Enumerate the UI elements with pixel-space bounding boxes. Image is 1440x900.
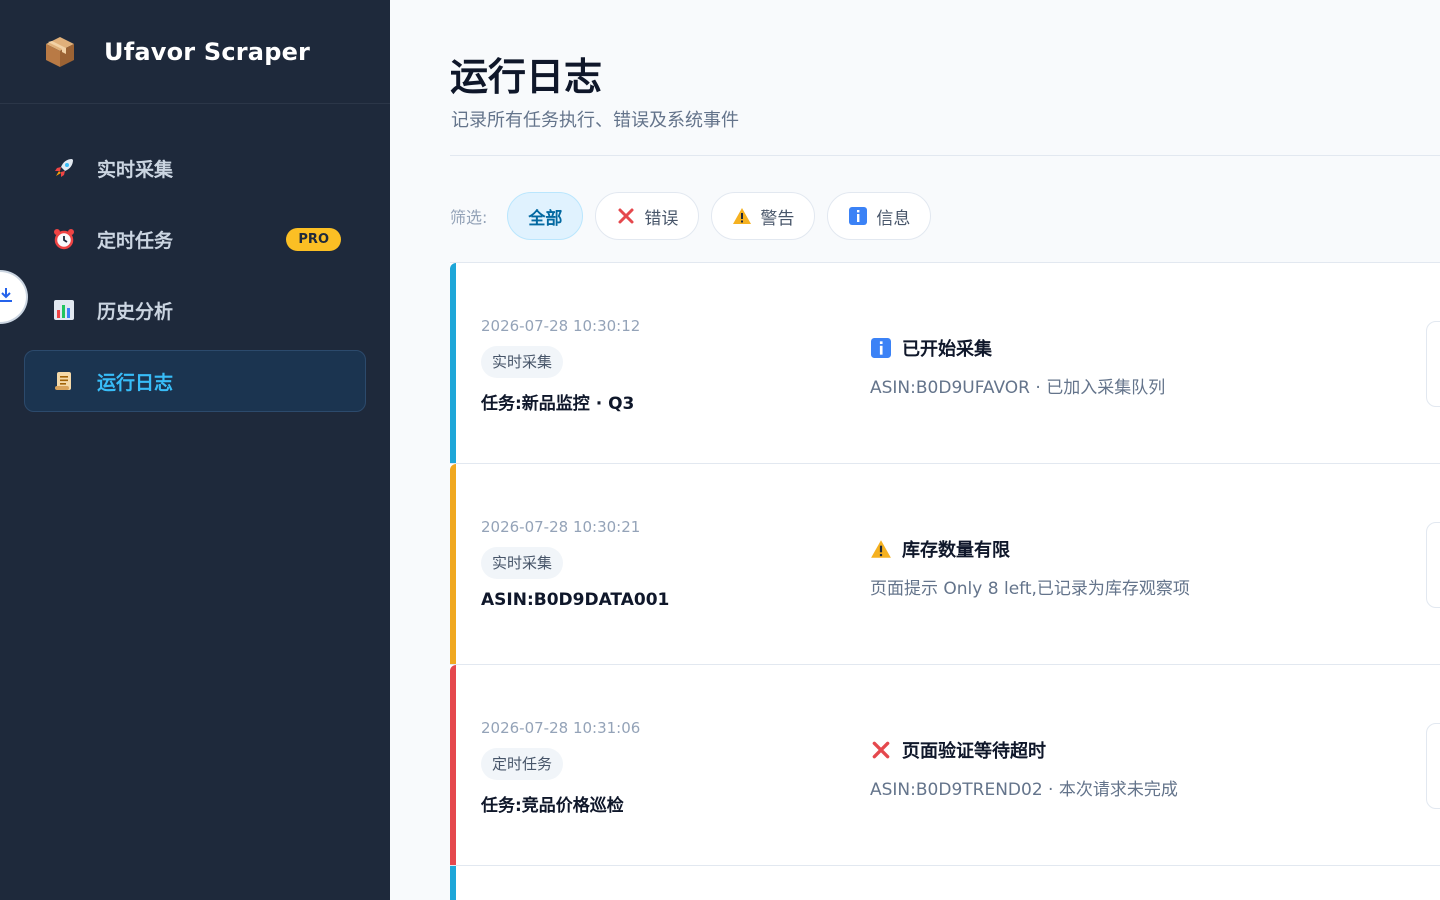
sidebar-item-history[interactable]: 历史分析 [24, 279, 366, 341]
filter-info[interactable]: 信息 [827, 192, 932, 240]
log-task: ASIN:B0D9DATA001 [481, 590, 670, 610]
log-timestamp: 2026-07-28 10:30:21 [481, 518, 641, 536]
pro-badge: PRO [286, 228, 341, 251]
sidebar: Ufavor Scraper 实时采集 定时任务 PRO 历史分析 运行日志 [0, 0, 390, 900]
rocket-icon [51, 155, 77, 181]
log-source-tag: 定时任务 [481, 748, 564, 780]
filter-error-label: 错误 [644, 208, 679, 229]
log-list: 2026-07-28 10:30:12 实时采集 任务:新品监控 · Q3 已开… [450, 262, 1440, 900]
alarm-clock-icon [51, 226, 77, 252]
log-action-button[interactable] [1426, 522, 1440, 608]
sidebar-nav: 实时采集 定时任务 PRO 历史分析 运行日志 [24, 137, 366, 421]
info-icon [848, 206, 868, 226]
brand: Ufavor Scraper [0, 0, 390, 104]
level-indicator [450, 263, 456, 463]
filter-all-label: 全部 [528, 208, 563, 229]
sidebar-item-realtime[interactable]: 实时采集 [24, 137, 366, 199]
filter-label: 筛选: [450, 208, 488, 227]
level-indicator [450, 464, 456, 664]
filter-warning[interactable]: 警告 [711, 192, 816, 240]
app-title: Ufavor Scraper [104, 37, 311, 66]
filter-info-label: 信息 [876, 208, 911, 229]
sidebar-item-label: 定时任务 [97, 229, 174, 252]
log-title: 库存数量有限 [902, 540, 1010, 561]
package-icon [42, 34, 78, 70]
log-entry[interactable]: 2026-07-28 10:30:21 实时采集 ASIN:B0D9DATA00… [450, 463, 1440, 664]
log-action-button[interactable] [1426, 321, 1440, 407]
scroll-icon [51, 368, 77, 394]
log-detail: ASIN:B0D9UFAVOR · 已加入采集队列 [870, 378, 1166, 398]
log-detail: ASIN:B0D9TREND02 · 本次请求未完成 [870, 780, 1178, 800]
download-icon [0, 286, 14, 308]
page-subtitle: 记录所有任务执行、错误及系统事件 [451, 110, 739, 131]
log-header: 页面验证等待超时 [870, 737, 1046, 763]
sidebar-item-label: 实时采集 [97, 158, 174, 181]
info-icon [870, 337, 892, 359]
log-source-tag: 实时采集 [481, 547, 564, 579]
cross-icon [616, 206, 636, 226]
log-header: 已开始采集 [870, 335, 992, 361]
log-title: 已开始采集 [902, 339, 992, 360]
log-task: 任务:竞品价格巡检 [481, 796, 624, 816]
sidebar-item-label: 运行日志 [97, 371, 174, 394]
log-timestamp: 2026-07-28 10:31:06 [481, 719, 641, 737]
log-timestamp: 2026-07-28 10:30:12 [481, 317, 641, 335]
divider [450, 155, 1440, 156]
warning-icon [870, 538, 892, 560]
filter-bar: 筛选: 全部 错误 警告 信息 [450, 192, 943, 240]
log-entry[interactable]: 2026-07-28 10:30:12 实时采集 任务:新品监控 · Q3 已开… [450, 262, 1440, 463]
page-title: 运行日志 [450, 55, 603, 99]
warning-icon [732, 206, 752, 226]
filter-error[interactable]: 错误 [595, 192, 700, 240]
log-title: 页面验证等待超时 [902, 741, 1046, 762]
log-detail: 页面提示 Only 8 left,已记录为库存观察项 [870, 579, 1190, 599]
cross-icon [870, 739, 892, 761]
log-entry[interactable] [450, 865, 1440, 900]
sidebar-item-label: 历史分析 [97, 300, 174, 323]
log-entry[interactable]: 2026-07-28 10:31:06 定时任务 任务:竞品价格巡检 页面验证等… [450, 664, 1440, 865]
log-source-tag: 实时采集 [481, 346, 564, 378]
log-task: 任务:新品监控 · Q3 [481, 394, 635, 414]
sidebar-item-scheduled[interactable]: 定时任务 PRO [24, 208, 366, 270]
filter-all[interactable]: 全部 [507, 192, 584, 240]
log-header: 库存数量有限 [870, 536, 1010, 562]
filter-warning-label: 警告 [760, 208, 795, 229]
level-indicator [450, 866, 456, 900]
bar-chart-icon [51, 297, 77, 323]
main-content: 运行日志 记录所有任务执行、错误及系统事件 筛选: 全部 错误 警告 信息 20… [390, 0, 1440, 900]
level-indicator [450, 665, 456, 865]
log-action-button[interactable] [1426, 723, 1440, 809]
sidebar-item-logs[interactable]: 运行日志 [24, 350, 366, 412]
